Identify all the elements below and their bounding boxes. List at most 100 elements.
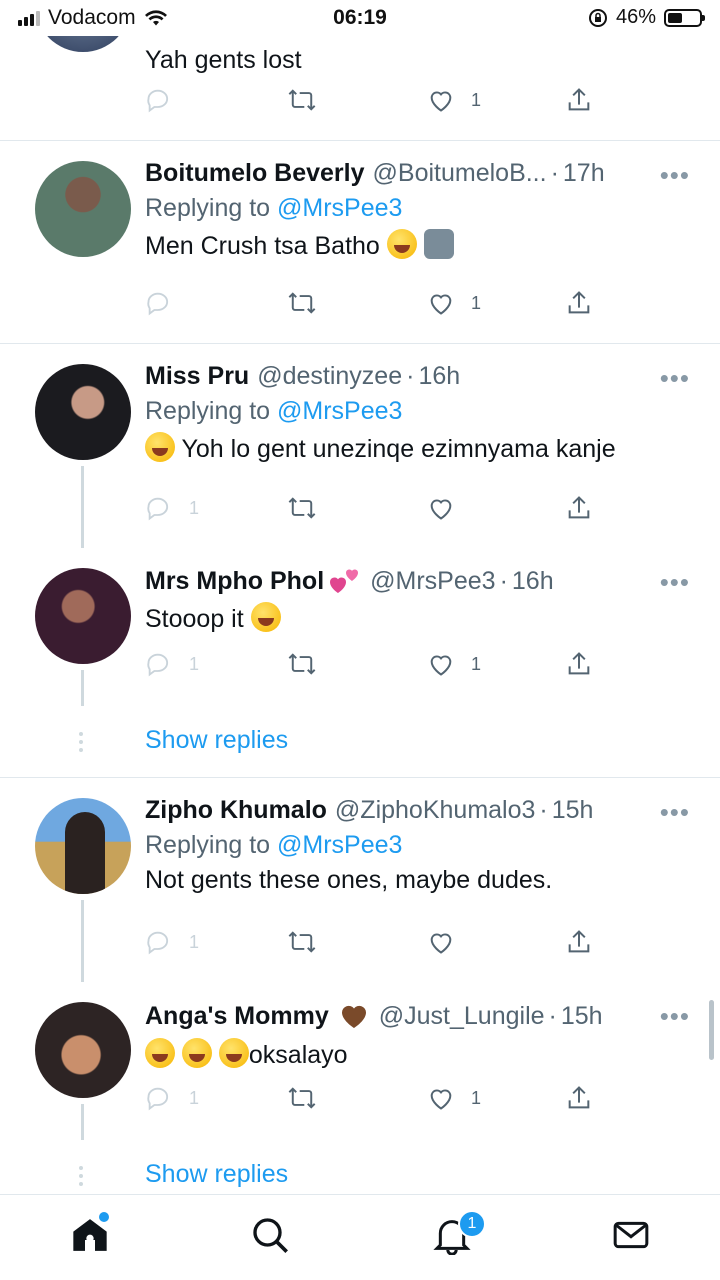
heart-icon xyxy=(430,499,452,520)
reply-count: 1 xyxy=(189,497,200,518)
reply-icon xyxy=(147,1087,169,1111)
author-handle[interactable]: @BoitumeloB... xyxy=(373,159,547,188)
author-handle[interactable]: @ZiphoKhumalo3 xyxy=(335,796,536,825)
like-count: 1 xyxy=(471,653,482,674)
replying-to: Replying to @MrsPee3 xyxy=(145,397,403,425)
more-options-icon[interactable]: ••• xyxy=(660,799,690,825)
tab-search[interactable] xyxy=(250,1215,290,1255)
tweet[interactable]: Zipho Khumalo @ZiphoKhumalo3 · 15h ••• R… xyxy=(0,778,720,982)
share-icon xyxy=(568,496,590,519)
like-count: 1 xyxy=(471,89,482,110)
reply-button[interactable] xyxy=(145,86,173,114)
avatar[interactable] xyxy=(35,161,131,257)
tweet-actions: 1 xyxy=(145,928,595,964)
share-icon xyxy=(568,1086,590,1109)
like-button[interactable] xyxy=(427,494,455,522)
retweet-icon xyxy=(288,497,316,519)
retweet-button[interactable] xyxy=(287,86,317,114)
heart-icon xyxy=(430,294,452,315)
orientation-lock-icon xyxy=(588,8,607,27)
share-button[interactable] xyxy=(565,494,593,522)
tears-of-joy-emoji-icon xyxy=(250,602,281,632)
tweet-text: oksalayo xyxy=(145,1038,690,1070)
tweet-actions: 1 1 xyxy=(145,1084,595,1120)
tweet[interactable]: Anga's Mommy @Just_Lungile · 15h ••• oks… xyxy=(0,982,720,1194)
reply-button[interactable]: 1 xyxy=(145,650,199,678)
share-button[interactable] xyxy=(565,86,593,114)
retweet-button[interactable] xyxy=(287,494,317,522)
timeline[interactable]: Yah gents lost 1 Boitumelo Beverly @Boit… xyxy=(0,0,720,1194)
more-options-icon[interactable]: ••• xyxy=(660,1003,690,1029)
scrollbar[interactable] xyxy=(709,1000,714,1060)
like-count: 1 xyxy=(471,292,482,313)
share-button[interactable] xyxy=(565,1084,593,1112)
share-button[interactable] xyxy=(565,289,593,317)
show-replies-link[interactable]: Show replies xyxy=(145,726,288,755)
retweet-icon xyxy=(288,931,316,953)
like-button[interactable]: 1 xyxy=(427,289,481,317)
like-button[interactable] xyxy=(427,928,455,956)
tab-messages[interactable] xyxy=(611,1215,651,1255)
share-button[interactable] xyxy=(565,650,593,678)
author-name[interactable]: Miss Pru xyxy=(145,362,249,391)
avatar[interactable] xyxy=(35,364,131,460)
reply-button[interactable]: 1 xyxy=(145,494,199,522)
new-content-indicator xyxy=(99,1212,109,1222)
like-button[interactable]: 1 xyxy=(427,86,481,114)
like-button[interactable]: 1 xyxy=(427,650,481,678)
reply-count: 1 xyxy=(189,931,200,952)
reply-count: 1 xyxy=(189,1087,200,1108)
tweet[interactable]: Miss Pru @destinyzee · 16h ••• Replying … xyxy=(0,344,720,548)
mention-link[interactable]: @MrsPee3 xyxy=(277,194,402,222)
retweet-button[interactable] xyxy=(287,650,317,678)
author-handle[interactable]: @destinyzee xyxy=(257,362,402,391)
retweet-button[interactable] xyxy=(287,289,317,317)
mail-icon xyxy=(613,1221,649,1249)
author-name[interactable]: Zipho Khumalo xyxy=(145,796,327,825)
replying-to: Replying to @MrsPee3 xyxy=(145,194,403,222)
bottom-tab-bar xyxy=(0,1194,720,1280)
more-options-icon[interactable]: ••• xyxy=(660,569,690,595)
mention-link[interactable]: @MrsPee3 xyxy=(277,397,402,425)
retweet-icon xyxy=(288,1087,316,1109)
share-icon xyxy=(568,930,590,953)
reply-icon xyxy=(147,292,169,316)
thread-line xyxy=(81,1130,84,1140)
author-handle[interactable]: @MrsPee3 xyxy=(370,567,495,596)
reply-button[interactable]: 1 xyxy=(145,928,199,956)
more-options-icon[interactable]: ••• xyxy=(660,162,690,188)
avatar[interactable] xyxy=(35,1002,131,1098)
author-name[interactable]: Mrs Mpho Phol xyxy=(145,567,324,596)
reply-icon xyxy=(147,89,169,113)
tweet[interactable]: Mrs Mpho Phol @MrsPee3 · 16h ••• Stooop … xyxy=(0,548,720,776)
reply-button[interactable]: 1 xyxy=(145,1084,199,1112)
reply-button[interactable] xyxy=(145,289,173,317)
avatar[interactable] xyxy=(35,798,131,894)
author-name[interactable]: Anga's Mommy xyxy=(145,1002,329,1031)
retweet-button[interactable] xyxy=(287,1084,317,1112)
share-button[interactable] xyxy=(565,928,593,956)
more-options-icon[interactable]: ••• xyxy=(660,365,690,391)
reply-count: 1 xyxy=(189,653,200,674)
mention-link[interactable]: @MrsPee3 xyxy=(277,831,402,859)
retweet-button[interactable] xyxy=(287,928,317,956)
avatar[interactable] xyxy=(35,568,131,664)
heart-icon xyxy=(430,1089,452,1110)
tweet-time: 15h xyxy=(560,1001,603,1030)
author-name[interactable]: Boitumelo Beverly xyxy=(145,159,365,188)
like-button[interactable]: 1 xyxy=(427,1084,481,1112)
search-icon xyxy=(253,1218,288,1253)
thread-line xyxy=(81,696,84,706)
trash-emoji-icon xyxy=(423,229,454,259)
author-handle[interactable]: @Just_Lungile xyxy=(379,1002,545,1031)
tweet-time: 16h xyxy=(418,362,461,390)
tweet-actions: 1 1 xyxy=(145,650,595,686)
tweet-text: Men Crush tsa Batho xyxy=(145,229,690,261)
share-icon xyxy=(568,291,590,314)
retweet-icon xyxy=(288,653,316,675)
tweet[interactable]: Boitumelo Beverly @BoitumeloB... · 17h •… xyxy=(0,141,720,343)
show-replies-link[interactable]: Show replies xyxy=(145,1160,288,1189)
tweet-actions: 1 xyxy=(145,86,595,122)
like-count: 1 xyxy=(471,1087,482,1108)
tweet-time: 17h xyxy=(562,159,605,187)
